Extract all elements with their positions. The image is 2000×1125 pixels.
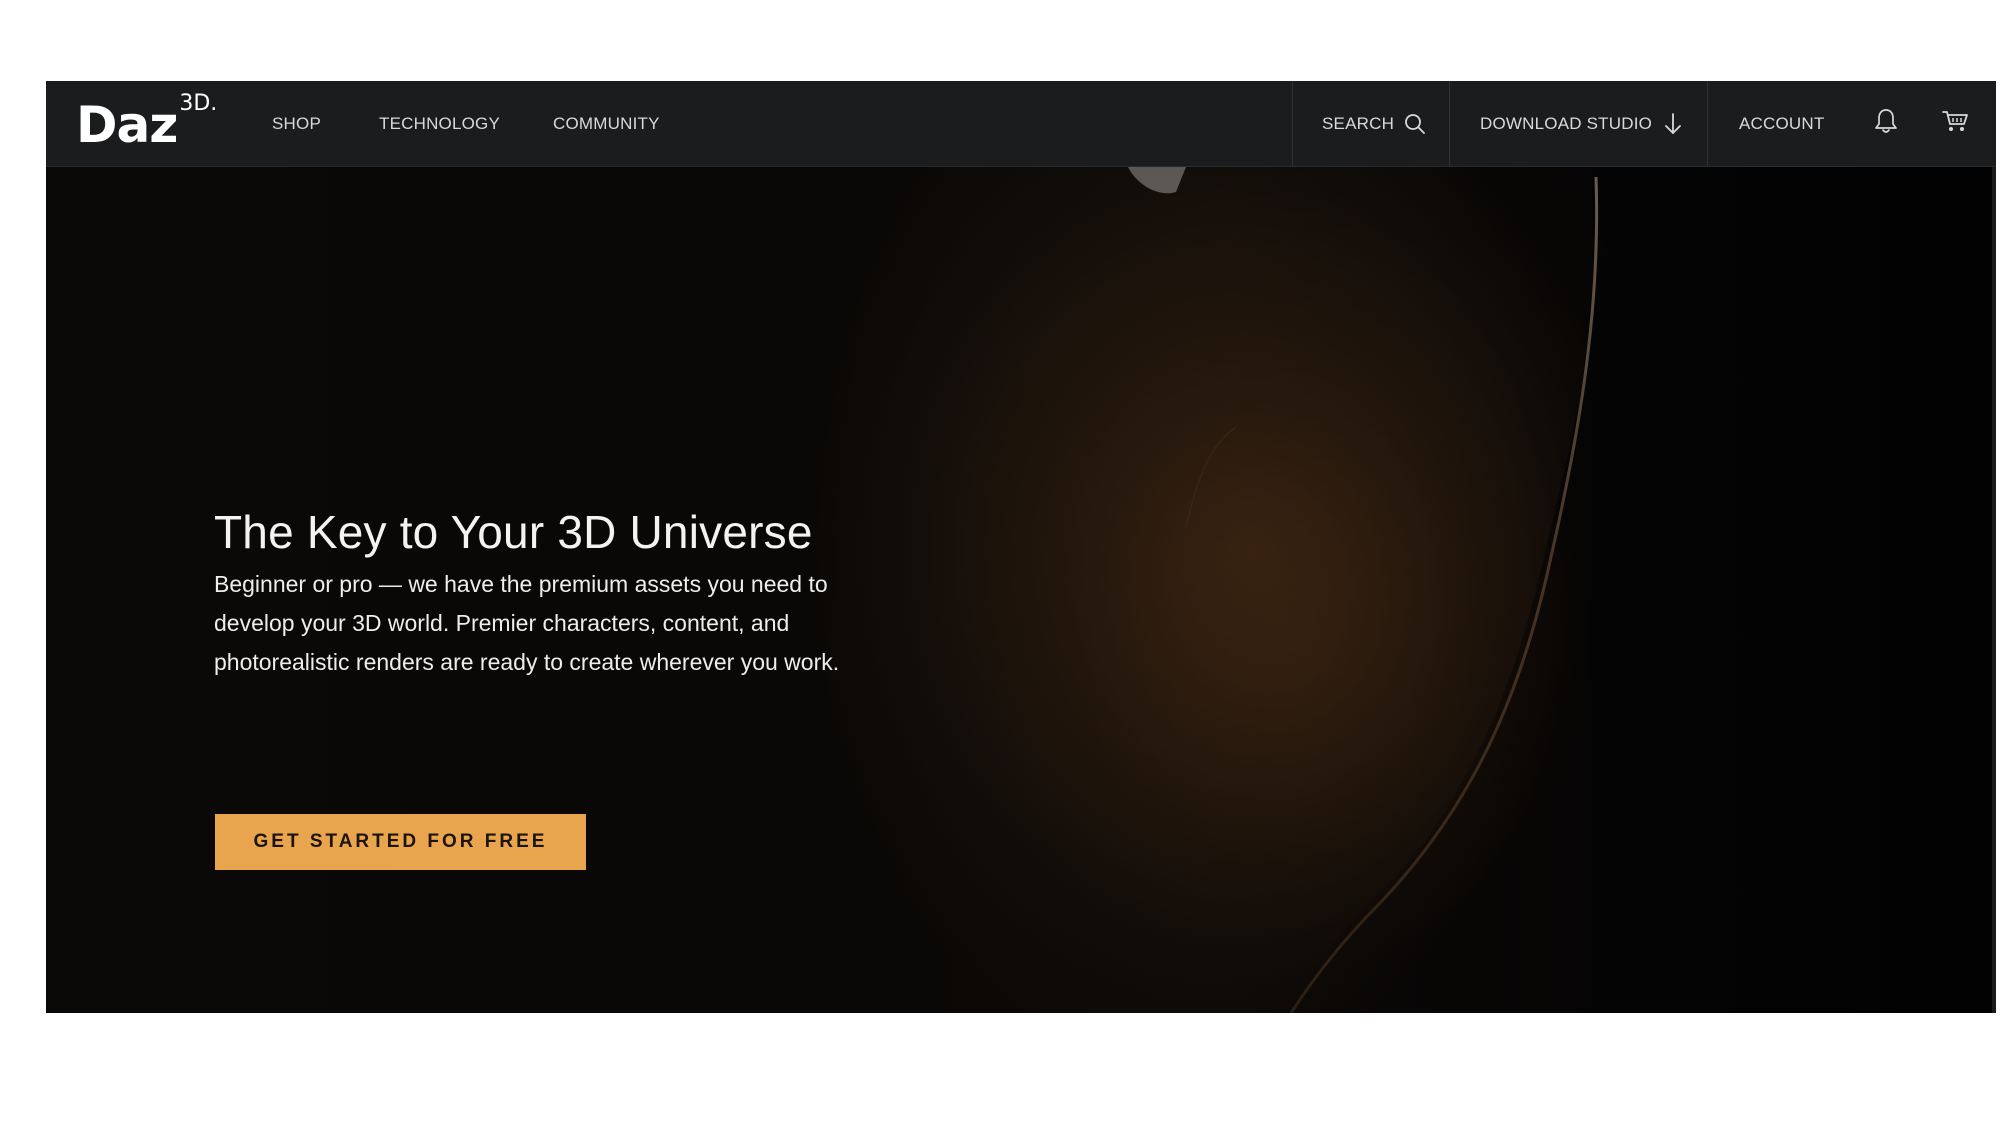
nav-community[interactable]: COMMUNITY — [553, 81, 660, 166]
download-studio-button[interactable]: DOWNLOAD STUDIO — [1480, 81, 1684, 166]
download-studio-label: DOWNLOAD STUDIO — [1480, 113, 1653, 133]
search-label: SEARCH — [1322, 113, 1395, 133]
nav-divider — [1707, 81, 1708, 166]
nav-divider — [1292, 81, 1293, 166]
hero-description: Beginner or pro — we have the premium as… — [214, 571, 840, 675]
cart-icon — [1941, 108, 1969, 139]
nav-technology[interactable]: TECHNOLOGY — [379, 81, 500, 166]
notifications-button[interactable] — [1861, 81, 1911, 166]
hero-section: The Key to Your 3D Universe Beginner or … — [46, 167, 1996, 1013]
bell-icon — [1873, 107, 1899, 140]
scrollbar[interactable] — [1992, 167, 1996, 1013]
arrow-down-icon — [1662, 112, 1684, 136]
search-button[interactable]: SEARCH — [1322, 81, 1426, 166]
get-started-button[interactable]: GET STARTED FOR FREE — [215, 814, 586, 870]
account-link[interactable]: ACCOUNT — [1739, 81, 1824, 166]
hero-title: The Key to Your 3D Universe — [214, 506, 813, 558]
site-header: Daz 3D. SHOP TECHNOLOGY COMMUNITY SEARCH… — [46, 81, 1996, 167]
page-frame: Daz 3D. SHOP TECHNOLOGY COMMUNITY SEARCH… — [46, 81, 1996, 1013]
search-icon — [1404, 113, 1426, 135]
nav-shop[interactable]: SHOP — [272, 81, 321, 166]
logo-wordmark: Daz — [76, 96, 178, 154]
daz3d-logo[interactable]: Daz 3D. — [76, 89, 217, 155]
logo-superscript: 3D. — [179, 91, 218, 116]
nav-divider — [1449, 81, 1450, 166]
cart-button[interactable] — [1930, 81, 1980, 166]
